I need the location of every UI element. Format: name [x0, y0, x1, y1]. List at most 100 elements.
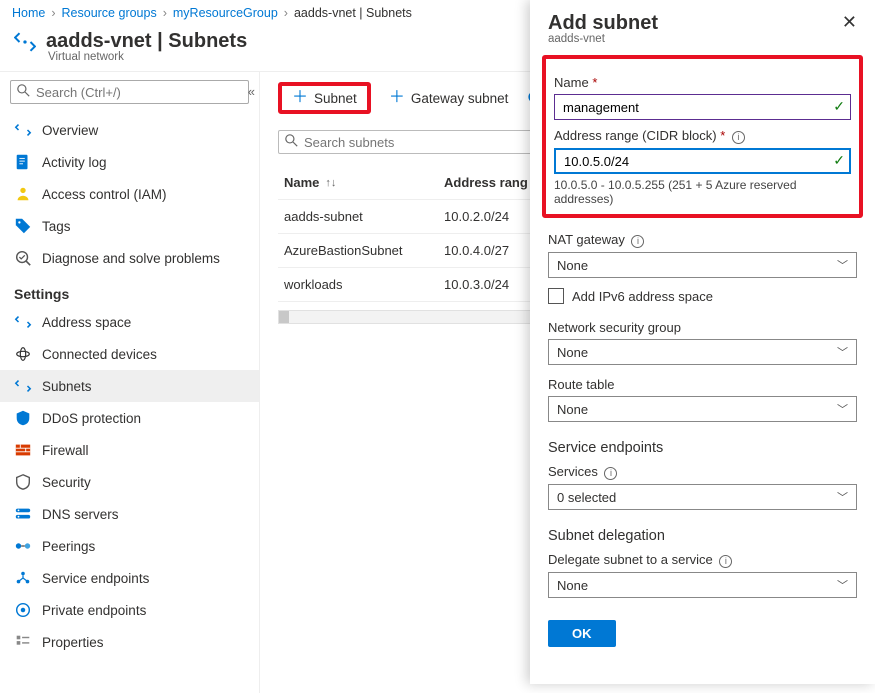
properties-icon — [14, 633, 32, 651]
sidebar-item-label: Diagnose and solve problems — [42, 251, 220, 266]
services-label: Services i — [548, 464, 857, 480]
delegate-label: Delegate subnet to a service i — [548, 552, 857, 568]
diagnose-icon — [14, 249, 32, 267]
required-icon: * — [592, 75, 597, 90]
private-endpoints-icon — [14, 601, 32, 619]
row-name: AzureBastionSubnet — [284, 243, 444, 258]
add-subnet-button[interactable]: ＋ Subnet — [278, 82, 371, 114]
ok-button[interactable]: OK — [548, 620, 616, 647]
sidebar-item-label: Security — [42, 475, 91, 490]
route-table-label: Route table — [548, 377, 857, 392]
collapse-sidebar-icon[interactable]: « — [248, 84, 255, 99]
info-icon[interactable]: i — [604, 467, 617, 480]
shield-icon — [14, 409, 32, 427]
range-hint: 10.0.5.0 - 10.0.5.255 (251 + 5 Azure res… — [554, 178, 851, 206]
sidebar-item-ddos[interactable]: DDoS protection — [0, 402, 259, 434]
nat-label: NAT gateway i — [548, 232, 857, 248]
chevron-down-icon: ﹀ — [837, 401, 848, 417]
sidebar-item-diagnose[interactable]: Diagnose and solve problems — [0, 242, 259, 274]
nat-gateway-value: None — [557, 258, 588, 273]
sidebar-item-label: Subnets — [42, 379, 92, 394]
sidebar-item-label: Tags — [42, 219, 71, 234]
dns-icon — [14, 505, 32, 523]
sidebar-item-overview[interactable]: Overview — [0, 114, 259, 146]
sidebar-item-label: DNS servers — [42, 507, 119, 522]
services-select[interactable]: 0 selected ﹀ — [548, 484, 857, 510]
subnet-name-input[interactable] — [554, 94, 851, 120]
sidebar: « Overview Activity log Access control (… — [0, 72, 260, 693]
delegate-select[interactable]: None ﹀ — [548, 572, 857, 598]
sidebar-item-activity-log[interactable]: Activity log — [0, 146, 259, 178]
sidebar-item-firewall[interactable]: Firewall — [0, 434, 259, 466]
crumb-resource-groups[interactable]: Resource groups — [62, 6, 157, 20]
sidebar-item-label: Connected devices — [42, 347, 157, 362]
crumb-current: aadds-vnet | Subnets — [294, 6, 412, 20]
row-name: workloads — [284, 277, 444, 292]
plus-icon: ＋ — [389, 90, 405, 106]
panel-title: Add subnet — [548, 12, 658, 35]
chevron-right-icon: › — [51, 6, 55, 20]
check-icon: ✓ — [833, 98, 845, 115]
col-name-label[interactable]: Name — [284, 175, 319, 190]
sidebar-item-label: Peerings — [42, 539, 95, 554]
close-icon[interactable]: ✕ — [842, 12, 857, 33]
chevron-down-icon: ﹀ — [837, 257, 848, 273]
sidebar-item-label: Private endpoints — [42, 603, 146, 618]
sidebar-item-service-endpoints[interactable]: Service endpoints — [0, 562, 259, 594]
address-range-input[interactable] — [554, 148, 851, 174]
info-icon[interactable]: i — [719, 555, 732, 568]
sidebar-item-dns[interactable]: DNS servers — [0, 498, 259, 530]
sidebar-item-subnets[interactable]: Subnets — [0, 370, 259, 402]
nsg-select[interactable]: None ﹀ — [548, 339, 857, 365]
sidebar-item-security[interactable]: Security — [0, 466, 259, 498]
chevron-down-icon: ﹀ — [837, 577, 848, 593]
sort-icon[interactable]: ↑↓ — [325, 177, 336, 189]
route-table-select[interactable]: None ﹀ — [548, 396, 857, 422]
sidebar-item-connected-devices[interactable]: Connected devices — [0, 338, 259, 370]
ipv6-checkbox[interactable] — [548, 288, 564, 304]
sidebar-search-input[interactable] — [36, 85, 242, 100]
row-name: aadds-subnet — [284, 209, 444, 224]
sidebar-item-tags[interactable]: Tags — [0, 210, 259, 242]
highlighted-fields: Name * ✓ Address range (CIDR block) * i … — [542, 55, 863, 218]
sidebar-item-address-space[interactable]: Address space — [0, 306, 259, 338]
info-icon[interactable]: i — [732, 131, 745, 144]
delegate-value: None — [557, 578, 588, 593]
add-subnet-label: Subnet — [314, 91, 357, 106]
peerings-icon — [14, 537, 32, 555]
chevron-down-icon: ﹀ — [837, 489, 848, 505]
crumb-home[interactable]: Home — [12, 6, 45, 20]
sidebar-item-label: Service endpoints — [42, 571, 149, 586]
check-icon: ✓ — [833, 152, 845, 169]
add-subnet-panel: Add subnet aadds-vnet ✕ Name * ✓ Address… — [530, 0, 875, 684]
chevron-down-icon: ﹀ — [837, 344, 848, 360]
chevron-right-icon: › — [163, 6, 167, 20]
add-gateway-subnet-button[interactable]: ＋ Gateway subnet — [389, 90, 509, 106]
route-table-value: None — [557, 402, 588, 417]
sidebar-item-peerings[interactable]: Peerings — [0, 530, 259, 562]
sidebar-item-label: Properties — [42, 635, 104, 650]
search-icon — [285, 134, 298, 150]
sidebar-search[interactable] — [10, 80, 249, 104]
info-icon[interactable]: i — [631, 235, 644, 248]
service-endpoints-heading: Service endpoints — [548, 440, 857, 456]
sidebar-item-label: Overview — [42, 123, 98, 138]
sidebar-settings-heading: Settings — [0, 274, 259, 306]
sidebar-item-private-endpoints[interactable]: Private endpoints — [0, 594, 259, 626]
subnet-delegation-heading: Subnet delegation — [548, 528, 857, 544]
sidebar-item-label: DDoS protection — [42, 411, 141, 426]
endpoints-icon — [14, 569, 32, 587]
nat-gateway-select[interactable]: None ﹀ — [548, 252, 857, 278]
crumb-my-resource-group[interactable]: myResourceGroup — [173, 6, 278, 20]
sidebar-item-label: Address space — [42, 315, 131, 330]
sidebar-item-properties[interactable]: Properties — [0, 626, 259, 658]
vnet-icon — [14, 313, 32, 331]
tags-icon — [14, 217, 32, 235]
vnet-icon — [14, 377, 32, 395]
services-value: 0 selected — [557, 490, 616, 505]
sidebar-item-iam[interactable]: Access control (IAM) — [0, 178, 259, 210]
search-icon — [17, 84, 30, 100]
name-label: Name * — [554, 75, 851, 90]
firewall-icon — [14, 441, 32, 459]
nsg-value: None — [557, 345, 588, 360]
